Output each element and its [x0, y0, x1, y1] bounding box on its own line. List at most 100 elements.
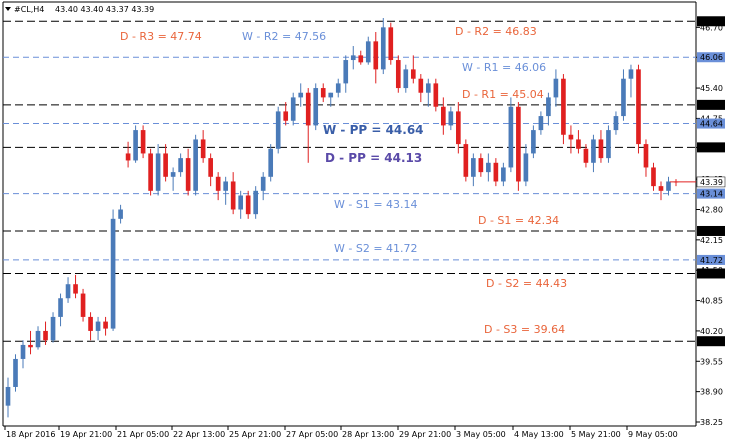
price-tag: 44.64: [697, 118, 725, 129]
candle-body: [283, 111, 289, 121]
candlestick-chart[interactable]: D - R3 = 47.74 W - R2 = 47.56 D - R2 = 46.…: [0, 0, 730, 444]
candle-body: [88, 316, 93, 331]
candle-body: [388, 27, 394, 61]
y-tick-label: 40.85: [700, 297, 723, 306]
candle-body: [636, 69, 641, 145]
candle-body: [95, 321, 101, 331]
candle-body: [253, 190, 259, 215]
candle-body: [380, 27, 386, 70]
price-tag-text: 41.72: [700, 256, 723, 265]
candle-body: [245, 195, 251, 215]
candle-body: [125, 153, 131, 161]
candle-body: [110, 218, 116, 329]
level-label-d-s1: D - S1 = 42.34: [478, 214, 559, 227]
candle-body: [463, 144, 469, 177]
candle-body: [50, 316, 56, 341]
candle-body: [425, 83, 431, 93]
candle-body: [501, 167, 506, 182]
candle-body: [260, 176, 266, 191]
symbol-label: #CL,H4: [14, 5, 44, 14]
level-label-w-pp: W - PP = 44.64: [323, 123, 424, 137]
price-tag-text: 45.04: [700, 101, 723, 110]
candle-body: [508, 106, 514, 168]
candle-body: [365, 41, 371, 63]
candle-body: [643, 144, 649, 168]
candle-body: [28, 344, 33, 348]
candle-body: [178, 158, 183, 173]
level-label-d-r3: D - R3 = 47.74: [120, 30, 202, 43]
candle-body: [418, 78, 424, 93]
price-tag: 41.72: [697, 254, 725, 265]
candle-body: [335, 83, 341, 93]
candle-body: [621, 78, 626, 117]
candle-body: [155, 153, 161, 191]
candle-body: [493, 162, 499, 182]
level-label-d-s2: D - S2 = 44.43: [486, 277, 567, 290]
level-label-d-s3: D - S3 = 39.64: [484, 323, 565, 336]
price-tag-text: 42.34: [700, 227, 723, 236]
candle-body: [433, 83, 439, 107]
candle-body: [395, 60, 401, 89]
x-tick-label: 19 Apr 21:00: [60, 430, 112, 439]
y-tick-label: 45.40: [700, 84, 723, 93]
level-label-w-r2: W - R2 = 47.56: [242, 30, 326, 43]
candle-body: [148, 153, 153, 191]
candle-body: [613, 116, 619, 131]
candle-body: [140, 130, 146, 154]
candle-body: [651, 167, 656, 187]
candle-body: [43, 330, 48, 341]
candle-body: [598, 139, 604, 159]
y-tick-label: 38.25: [700, 418, 723, 427]
candle-body: [350, 55, 356, 61]
x-tick-label: 3 May 05:00: [456, 430, 506, 439]
candle-body: [576, 139, 581, 149]
candle-body: [223, 181, 228, 191]
candle-body: [58, 298, 63, 317]
price-tag-text: 46.06: [700, 53, 723, 62]
candle-body: [456, 111, 461, 145]
candle-body: [523, 153, 529, 182]
y-tick-label: 39.55: [700, 357, 723, 366]
candle-body: [193, 139, 198, 191]
y-tick-label: 38.90: [700, 388, 723, 397]
candle-body: [561, 78, 566, 135]
level-label-w-r1: W - R1 = 46.06: [462, 61, 546, 74]
price-tag-text: 46.83: [700, 17, 723, 26]
candle-body: [320, 88, 326, 98]
candle-body: [133, 130, 138, 161]
price-tag: 45.04: [697, 99, 725, 110]
candle-body: [230, 181, 236, 210]
x-tick-label: 25 Apr 21:00: [229, 430, 281, 439]
candle-body: [666, 181, 671, 191]
candle-body: [448, 111, 454, 126]
current-price-tag: 43.39: [696, 176, 726, 188]
candle-body: [358, 55, 364, 63]
current-price-tag-text: 43.39: [700, 178, 723, 187]
price-tag: 41.43: [697, 268, 725, 279]
candle-body: [471, 158, 476, 177]
y-tick-label: 42.15: [700, 236, 723, 245]
ohlc-values: 43.40 43.40 43.37 43.39: [55, 5, 154, 14]
level-label-w-s1: W - S1 = 43.14: [334, 198, 418, 211]
price-tag: 46.06: [697, 52, 725, 63]
candle-body: [568, 134, 574, 140]
candle-body: [553, 78, 559, 98]
level-label-d-pp: D - PP = 44.13: [325, 151, 422, 165]
x-tick-label: 5 May 21:00: [571, 430, 621, 439]
candle-body: [35, 330, 41, 348]
candle-body: [486, 162, 491, 173]
price-tag: 46.83: [697, 16, 725, 27]
candle-body: [298, 92, 304, 98]
candle-body: [478, 158, 484, 173]
candle-body: [163, 153, 168, 177]
candle-body: [658, 186, 664, 191]
candle-body: [373, 41, 379, 70]
price-tag: 39.98: [697, 336, 725, 347]
x-tick-label: 4 May 13:00: [514, 430, 564, 439]
price-tag-text: 43.14: [700, 190, 723, 199]
candle-body: [546, 97, 551, 117]
price-tag-text: 41.43: [700, 269, 723, 278]
candle-body: [170, 172, 176, 177]
candle-body: [531, 130, 536, 154]
level-label-d-r2: D - R2 = 46.83: [455, 25, 537, 38]
